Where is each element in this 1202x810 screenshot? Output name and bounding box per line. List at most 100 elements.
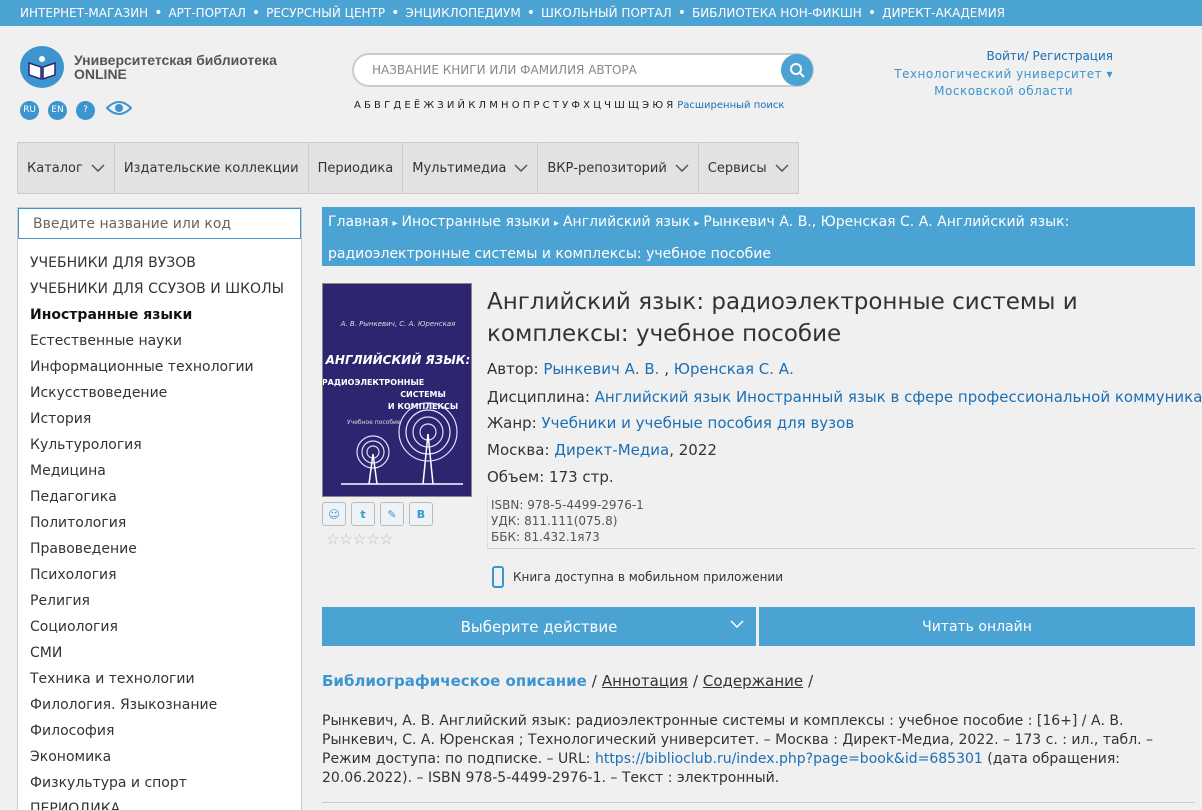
sidebar-search-input[interactable]	[19, 209, 300, 238]
author-link-1[interactable]: Рынкевич А. В.	[543, 360, 659, 378]
category-item[interactable]: Информационные технологии	[30, 354, 284, 380]
category-item[interactable]: УЧЕБНИКИ ДЛЯ ВУЗОВ	[30, 250, 284, 276]
category-item[interactable]: История	[30, 406, 284, 432]
category-item[interactable]: Политология	[30, 510, 284, 536]
logo-text: Университетская библиотека ONLINE	[74, 53, 277, 81]
divider	[322, 802, 1195, 803]
book-cover[interactable]: А. В. Рынкевич, С. А. Юренская АНГЛИЙСКИ…	[322, 283, 472, 497]
logo-line-2: ONLINE	[74, 66, 127, 82]
category-item[interactable]: Физкультура и спорт	[30, 770, 284, 796]
category-item[interactable]: Искусствоведение	[30, 380, 284, 406]
category-item[interactable]: Медицина	[30, 458, 284, 484]
discipline-link-1[interactable]: Английский язык	[595, 388, 732, 406]
site-logo[interactable]: Университетская библиотека ONLINE	[20, 46, 277, 88]
discipline-link-2[interactable]: Иностранный язык в сфере профессионально…	[736, 388, 1202, 406]
nav-catalog[interactable]: Каталог	[18, 143, 115, 193]
cover-title-2: РАДИОЭЛЕКТРОННЫЕ	[323, 378, 424, 387]
category-item[interactable]: УЧЕБНИКИ ДЛЯ ССУЗОВ И ШКОЛЫ	[30, 276, 284, 302]
nav-vkr-repository[interactable]: ВКР-репозиторий	[538, 143, 699, 193]
category-item[interactable]: СМИ	[30, 640, 284, 666]
breadcrumb-foreign-languages[interactable]: Иностранные языки	[402, 214, 550, 230]
search-input[interactable]	[372, 61, 772, 79]
mobile-availability: Книга доступна в мобильном приложении	[492, 566, 783, 588]
category-item[interactable]: Филология. Языкознание	[30, 692, 284, 718]
share-buttons: ☺ t ✎ В	[322, 502, 433, 526]
breadcrumb: Главная ▸ Иностранные языки ▸ Английский язы…	[322, 207, 1195, 266]
publisher-link[interactable]: Директ-Медиа	[554, 441, 669, 459]
category-item[interactable]: Естественные науки	[30, 328, 284, 354]
category-item[interactable]: Социология	[30, 614, 284, 640]
vkontakte-icon[interactable]: В	[409, 502, 433, 526]
university-selector[interactable]: Технологический университет ▾ Московской…	[894, 66, 1113, 100]
cover-title-1: АНГЛИЙСКИЙ ЯЗЫК:	[325, 352, 471, 367]
category-item[interactable]: Техника и технологии	[30, 666, 284, 692]
category-item[interactable]: Правоведение	[30, 536, 284, 562]
book-volume: Объем: 173 стр.	[487, 468, 614, 486]
category-item[interactable]: ПЕРИОДИКА	[30, 796, 284, 810]
genre-label: Жанр:	[487, 414, 537, 432]
lang-en-button[interactable]: EN	[48, 100, 67, 120]
logo-line-1: Университетская библиотека	[74, 52, 277, 68]
odnoklassniki-icon[interactable]: ☺	[322, 502, 346, 526]
category-item[interactable]: Педагогика	[30, 484, 284, 510]
nav-label: Каталог	[27, 160, 83, 176]
category-item-active[interactable]: Иностранные языки	[30, 302, 284, 328]
livejournal-icon[interactable]: ✎	[380, 502, 404, 526]
nav-publisher-collections[interactable]: Издательские коллекции	[115, 143, 309, 193]
help-button[interactable]: ?	[76, 100, 95, 120]
book-logo-icon	[20, 46, 64, 88]
choose-action-label: Выберите действие	[460, 617, 618, 636]
breadcrumb-home[interactable]: Главная	[328, 214, 388, 230]
tab-annotation[interactable]: Аннотация	[602, 672, 688, 690]
main-nav: Каталог Издательские коллекции Периодика…	[17, 142, 799, 194]
book-codes: ISBN: 978-5-4499-2976-1 УДК: 811.111(075…	[487, 497, 1195, 549]
search-box	[352, 53, 814, 87]
top-separator: •	[391, 5, 400, 21]
accessibility-eye-icon[interactable]	[105, 100, 133, 120]
book-title: Английский язык: радиоэлектронные систем…	[487, 289, 1078, 347]
category-item[interactable]: Культурология	[30, 432, 284, 458]
twitter-icon[interactable]: t	[351, 502, 375, 526]
book-discipline: Дисциплина: Английский язык Иностранный …	[487, 388, 1202, 406]
choose-action-dropdown[interactable]: Выберите действие	[322, 607, 756, 646]
search-button[interactable]	[781, 54, 813, 86]
book-genre: Жанр: Учебники и учебные пособия для вуз…	[487, 414, 854, 432]
breadcrumb-separator-icon: ▸	[694, 218, 700, 229]
chevron-down-icon	[675, 164, 689, 172]
category-list: УЧЕБНИКИ ДЛЯ ВУЗОВ УЧЕБНИКИ ДЛЯ ССУЗОВ И…	[30, 250, 284, 810]
chevron-down-icon	[91, 164, 105, 172]
top-link-resource[interactable]: РЕСУРСНЫЙ ЦЕНТР	[266, 6, 385, 20]
university-line-2: Московской области	[934, 84, 1074, 98]
top-link-nonfiction[interactable]: БИБЛИОТЕКА НОН-ФИКШН	[692, 6, 862, 20]
tab-contents[interactable]: Содержание	[703, 672, 803, 690]
author-link-2[interactable]: Юренская С. А.	[674, 360, 794, 378]
nav-periodicals[interactable]: Периодика	[309, 143, 404, 193]
description-url-link[interactable]: https://biblioclub.ru/index.php?page=boo…	[595, 751, 983, 767]
top-link-shop[interactable]: ИНТЕРНЕТ-МАГАЗИН	[20, 6, 148, 20]
top-link-academy[interactable]: ДИРЕКТ-АКАДЕМИЯ	[882, 6, 1005, 20]
tab-bibliographic[interactable]: Библиографическое описание	[322, 672, 587, 690]
category-item[interactable]: Психология	[30, 562, 284, 588]
alphabet-letters[interactable]: А Б В Г Д Е Ё Ж З И Й К Л М Н О П Р С Т …	[354, 100, 673, 111]
lang-ru-button[interactable]: RU	[20, 100, 39, 120]
top-link-encyclopedium[interactable]: ЭНЦИКЛОПЕДИУМ	[405, 6, 520, 20]
author-label: Автор:	[487, 360, 539, 378]
genre-link[interactable]: Учебники и учебные пособия для вузов	[542, 414, 855, 432]
bbk: ББК: 81.432.1я73	[491, 530, 600, 544]
top-link-school[interactable]: ШКОЛЬНЫЙ ПОРТАЛ	[541, 6, 672, 20]
category-item[interactable]: Философия	[30, 718, 284, 744]
category-item[interactable]: Экономика	[30, 744, 284, 770]
cover-subtitle: Учебное пособие	[347, 419, 401, 426]
read-online-button[interactable]: Читать онлайн	[759, 607, 1195, 646]
cover-authors: А. В. Рынкевич, С. А. Юренская	[340, 320, 456, 328]
login-link[interactable]: Войти/ Регистрация	[987, 49, 1114, 63]
rating-stars[interactable]: ☆☆☆☆☆	[326, 530, 393, 548]
nav-multimedia[interactable]: Мультимедиа	[403, 143, 539, 193]
chevron-down-icon	[730, 620, 744, 628]
nav-services[interactable]: Сервисы	[699, 143, 798, 193]
category-item[interactable]: Религия	[30, 588, 284, 614]
breadcrumb-english[interactable]: Английский язык	[563, 214, 690, 230]
advanced-search-link[interactable]: Расширенный поиск	[677, 100, 784, 111]
alphabet-index: А Б В Г Д Е Ё Ж З И Й К Л М Н О П Р С Т …	[354, 100, 784, 111]
top-link-art[interactable]: АРТ-ПОРТАЛ	[168, 6, 245, 20]
